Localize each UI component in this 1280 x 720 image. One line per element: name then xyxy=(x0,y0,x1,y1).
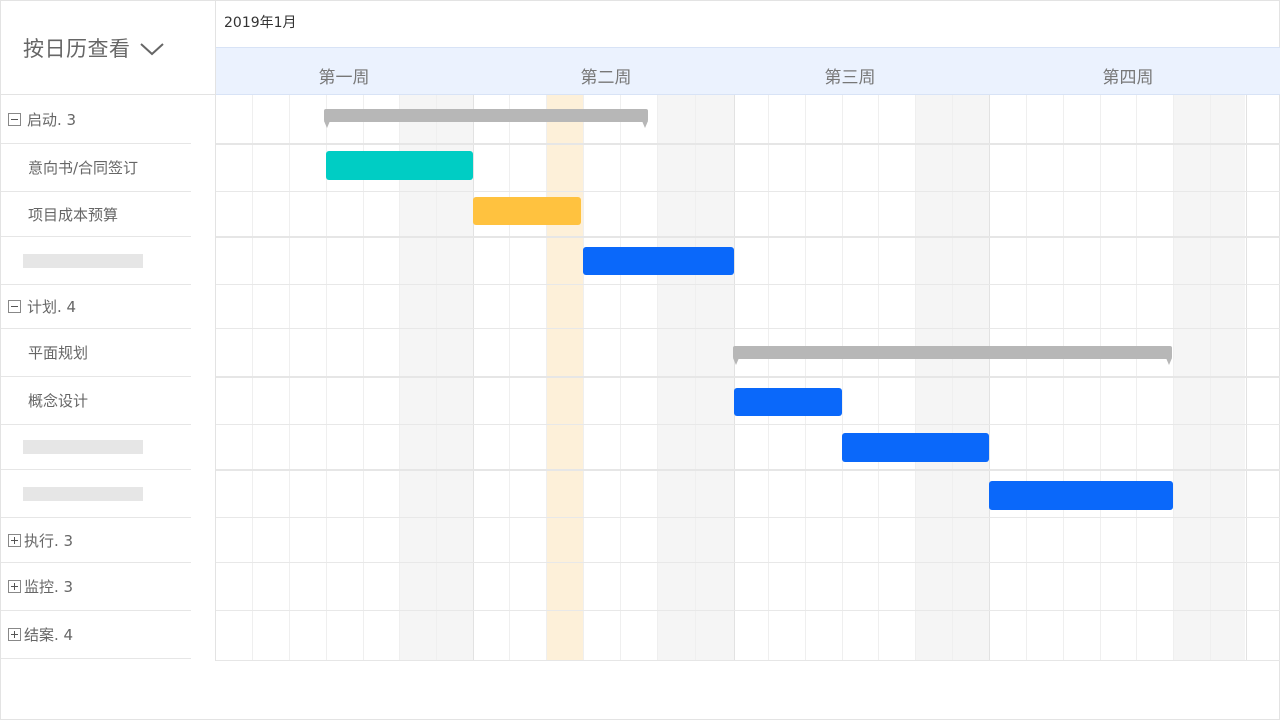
task-row[interactable]: 意向书/合同签订 xyxy=(1,144,191,192)
gantt-grid xyxy=(216,95,1280,661)
task-row[interactable] xyxy=(1,470,191,518)
expand-icon[interactable] xyxy=(8,580,21,593)
group-label: 结案. 4 xyxy=(24,626,74,644)
gantt-window: 按日历查看 启动. 3 意向书/合同签订 项目成本预算 计划. 4 平面规划 概… xyxy=(0,0,1280,720)
task-label: 概念设计 xyxy=(28,392,89,410)
row-line xyxy=(216,424,1280,425)
row-line xyxy=(216,328,1280,329)
task-row[interactable] xyxy=(1,425,191,470)
expand-icon[interactable] xyxy=(8,533,21,547)
placeholder-label xyxy=(23,440,143,454)
row-line xyxy=(216,469,1280,471)
summary-bar-plan[interactable] xyxy=(733,346,1172,365)
chevron-down-icon xyxy=(139,42,164,55)
task-bar-budget[interactable] xyxy=(473,197,581,225)
week-label-4: 第四周 xyxy=(1102,68,1154,88)
task-label: 项目成本预算 xyxy=(28,205,119,224)
view-mode-dropdown[interactable]: 按日历查看 xyxy=(1,1,215,95)
row-line xyxy=(216,284,1280,285)
row-line xyxy=(216,610,1280,611)
task-label: 意向书/合同签订 xyxy=(28,159,139,177)
task-row[interactable] xyxy=(1,237,191,285)
task-bar-contract[interactable] xyxy=(326,151,473,180)
group-row-execute[interactable]: 执行. 3 xyxy=(1,518,191,563)
group-label: 启动. 3 xyxy=(27,111,77,129)
expand-icon[interactable] xyxy=(8,628,21,641)
group-label: 监控. 3 xyxy=(24,578,74,596)
row-line xyxy=(216,236,1280,238)
group-row-plan[interactable]: 计划. 4 xyxy=(1,285,191,329)
month-header: 2019年1月 xyxy=(216,1,1280,48)
summary-bar-start[interactable] xyxy=(324,109,648,128)
month-label: 2019年1月 xyxy=(224,15,297,31)
group-label: 计划. 4 xyxy=(27,298,77,316)
row-line xyxy=(216,562,1280,563)
task-list-panel: 按日历查看 启动. 3 意向书/合同签订 项目成本预算 计划. 4 平面规划 概… xyxy=(1,1,215,661)
view-mode-label: 按日历查看 xyxy=(23,36,131,61)
week-label-1: 第一周 xyxy=(318,68,370,88)
task-bar-concept[interactable] xyxy=(734,388,842,416)
task-row[interactable]: 概念设计 xyxy=(1,377,191,425)
task-row[interactable]: 项目成本预算 xyxy=(1,192,191,237)
task-bar[interactable] xyxy=(989,481,1173,510)
group-row-monitor[interactable]: 监控. 3 xyxy=(1,563,191,611)
row-line xyxy=(216,376,1280,378)
row-line xyxy=(216,143,1280,145)
row-line xyxy=(216,517,1280,518)
collapse-icon[interactable] xyxy=(8,113,21,126)
collapse-icon[interactable] xyxy=(8,300,21,313)
week-label-2: 第二周 xyxy=(580,68,632,88)
group-label: 执行. 3 xyxy=(24,531,74,550)
task-bar[interactable] xyxy=(842,433,989,462)
gantt-chart-panel: 2019年1月 第一周 第二周 第三周 第四周 xyxy=(215,1,1280,661)
placeholder-label xyxy=(23,253,143,268)
week-label-3: 第三周 xyxy=(824,68,876,88)
week-header: 第一周 第二周 第三周 第四周 xyxy=(216,48,1280,95)
group-row-close[interactable]: 结案. 4 xyxy=(1,611,191,659)
row-line xyxy=(216,191,1280,192)
task-label: 平面规划 xyxy=(28,344,89,362)
task-bar[interactable] xyxy=(583,247,734,275)
group-row-start[interactable]: 启动. 3 xyxy=(1,96,191,144)
task-row[interactable]: 平面规划 xyxy=(1,329,191,377)
placeholder-label xyxy=(23,486,143,501)
